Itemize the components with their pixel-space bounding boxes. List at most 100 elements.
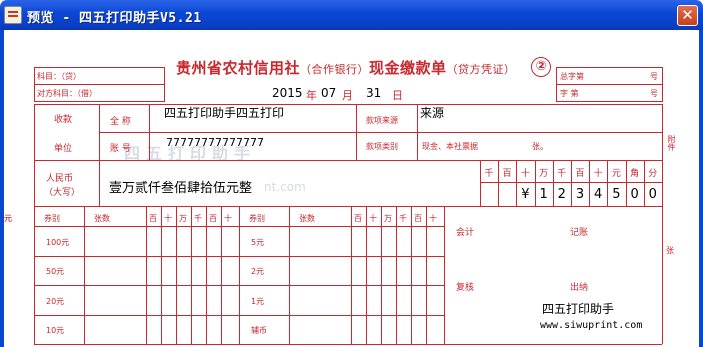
amount-in-words[interactable]: 壹万贰仟叁佰肆拾伍元整	[109, 177, 252, 196]
denom-header: 百	[209, 214, 217, 223]
amount-digit: ¥	[521, 187, 530, 202]
digit-header: 分	[648, 169, 658, 179]
digit-header: 十	[593, 169, 603, 179]
denom-label: 1元	[251, 296, 265, 306]
denom-header: 百	[414, 214, 422, 223]
rule	[34, 285, 239, 286]
rule	[366, 206, 367, 344]
hao-label: 号	[650, 89, 658, 98]
source-value[interactable]: 来源	[420, 104, 444, 121]
rule	[34, 84, 164, 85]
denom-header: 券别	[44, 214, 60, 223]
source-label: 款项来源	[366, 116, 398, 125]
rule	[417, 104, 418, 160]
denom-header: 百	[149, 214, 157, 223]
denom-label: 20元	[46, 296, 65, 306]
account-label: 账 号	[110, 144, 131, 154]
type-suffix: 张。	[532, 142, 548, 151]
date-month: 07	[321, 86, 337, 100]
app-icon	[4, 6, 22, 24]
rule	[34, 314, 239, 316]
fullname-label: 全 称	[110, 117, 131, 127]
date-day-unit: 日	[392, 89, 403, 102]
denom-header: 千	[194, 214, 202, 223]
rule	[289, 206, 290, 344]
rule	[556, 67, 662, 68]
counter-subject-label: 对方科目：（借）	[37, 89, 97, 98]
payee-label-top: 收款	[54, 115, 73, 125]
rule	[99, 160, 100, 206]
attachment-label: 附件	[667, 135, 676, 151]
footer-url: www.siwuprint.com	[540, 320, 643, 331]
digit-header: 百	[575, 169, 585, 179]
rule	[206, 206, 207, 344]
digit-header: 万	[539, 169, 549, 179]
rule	[239, 314, 444, 316]
denom-header: 十	[429, 214, 437, 223]
rule	[411, 206, 412, 344]
rule	[34, 104, 662, 105]
hao-label: 号	[650, 72, 658, 81]
rule	[34, 160, 662, 161]
rule	[356, 104, 357, 160]
rule	[239, 285, 444, 286]
date-year-unit: 年	[306, 89, 317, 102]
rule	[444, 206, 445, 344]
rule	[99, 104, 100, 160]
close-button[interactable]: ✕	[677, 5, 698, 26]
denom-header: 十	[224, 214, 232, 223]
slip-title-sub: （贷方凭证）	[446, 63, 516, 76]
denom-header: 十	[164, 214, 172, 223]
cashier-label: 出纳	[570, 283, 589, 293]
rule	[351, 206, 352, 344]
amount-digit: 5	[612, 187, 621, 202]
digit-header: 千	[484, 169, 494, 179]
rule	[164, 67, 165, 102]
rule	[34, 206, 662, 207]
amount-digit: 0	[630, 187, 639, 202]
footer-brand: 四五打印助手	[542, 302, 615, 316]
watermark-url: nt.com	[264, 180, 306, 194]
amount-digit: 3	[575, 187, 585, 202]
rule	[34, 104, 35, 344]
rule	[662, 104, 663, 344]
date-year: 2015	[272, 86, 303, 100]
reviewer-label: 复核	[456, 283, 475, 293]
cash-deposit-slip: 四五打印助手 nt.com 贵州省农村信用社（合作银行）现金缴款单（贷方凭证） …	[4, 30, 699, 347]
rule	[176, 206, 177, 344]
digit-header: 角	[630, 169, 640, 179]
denom-header: 万	[384, 214, 392, 223]
slip-title-doc: 现金缴款单	[369, 59, 447, 77]
window-title: 预览 - 四五打印助手V5.21	[27, 11, 202, 26]
slip-title: 贵州省农村信用社（合作银行）现金缴款单（贷方凭证）	[176, 57, 516, 78]
rule	[221, 206, 222, 344]
rule	[161, 206, 162, 344]
denom-label: 50元	[46, 267, 65, 276]
payee-account[interactable]: 77777777777777	[166, 136, 264, 149]
rule	[556, 84, 662, 85]
denom-label: 10元	[46, 326, 65, 335]
date-day: 31	[366, 86, 382, 100]
rule	[396, 206, 397, 344]
digit-header: 百	[502, 169, 512, 179]
denom-label: 2元	[251, 267, 265, 276]
denom-label: 辅币	[251, 326, 267, 335]
digit-header: 元	[611, 169, 621, 179]
digit-header: 千	[557, 169, 567, 179]
denom-header: 万	[179, 214, 187, 223]
date-month-unit: 月	[342, 89, 353, 102]
rmb-label: 人民币	[46, 174, 74, 184]
denom-label: 5元	[251, 237, 265, 247]
rule	[146, 206, 147, 344]
amount-digit: 4	[594, 187, 603, 202]
rule	[84, 206, 85, 344]
zhang-label: 张	[666, 246, 674, 255]
window-titlebar[interactable]: 预览 - 四五打印助手V5.21 ✕	[0, 0, 703, 30]
type-options: 现金、本社票据	[422, 142, 478, 151]
denom-header: 百	[354, 214, 362, 223]
digit-header: 十	[520, 169, 530, 179]
payee-fullname[interactable]: 四五打印助手四五打印	[164, 104, 284, 121]
rule	[99, 132, 662, 133]
rule	[556, 101, 662, 102]
rmb-daxie-label: （大写）	[44, 188, 81, 198]
